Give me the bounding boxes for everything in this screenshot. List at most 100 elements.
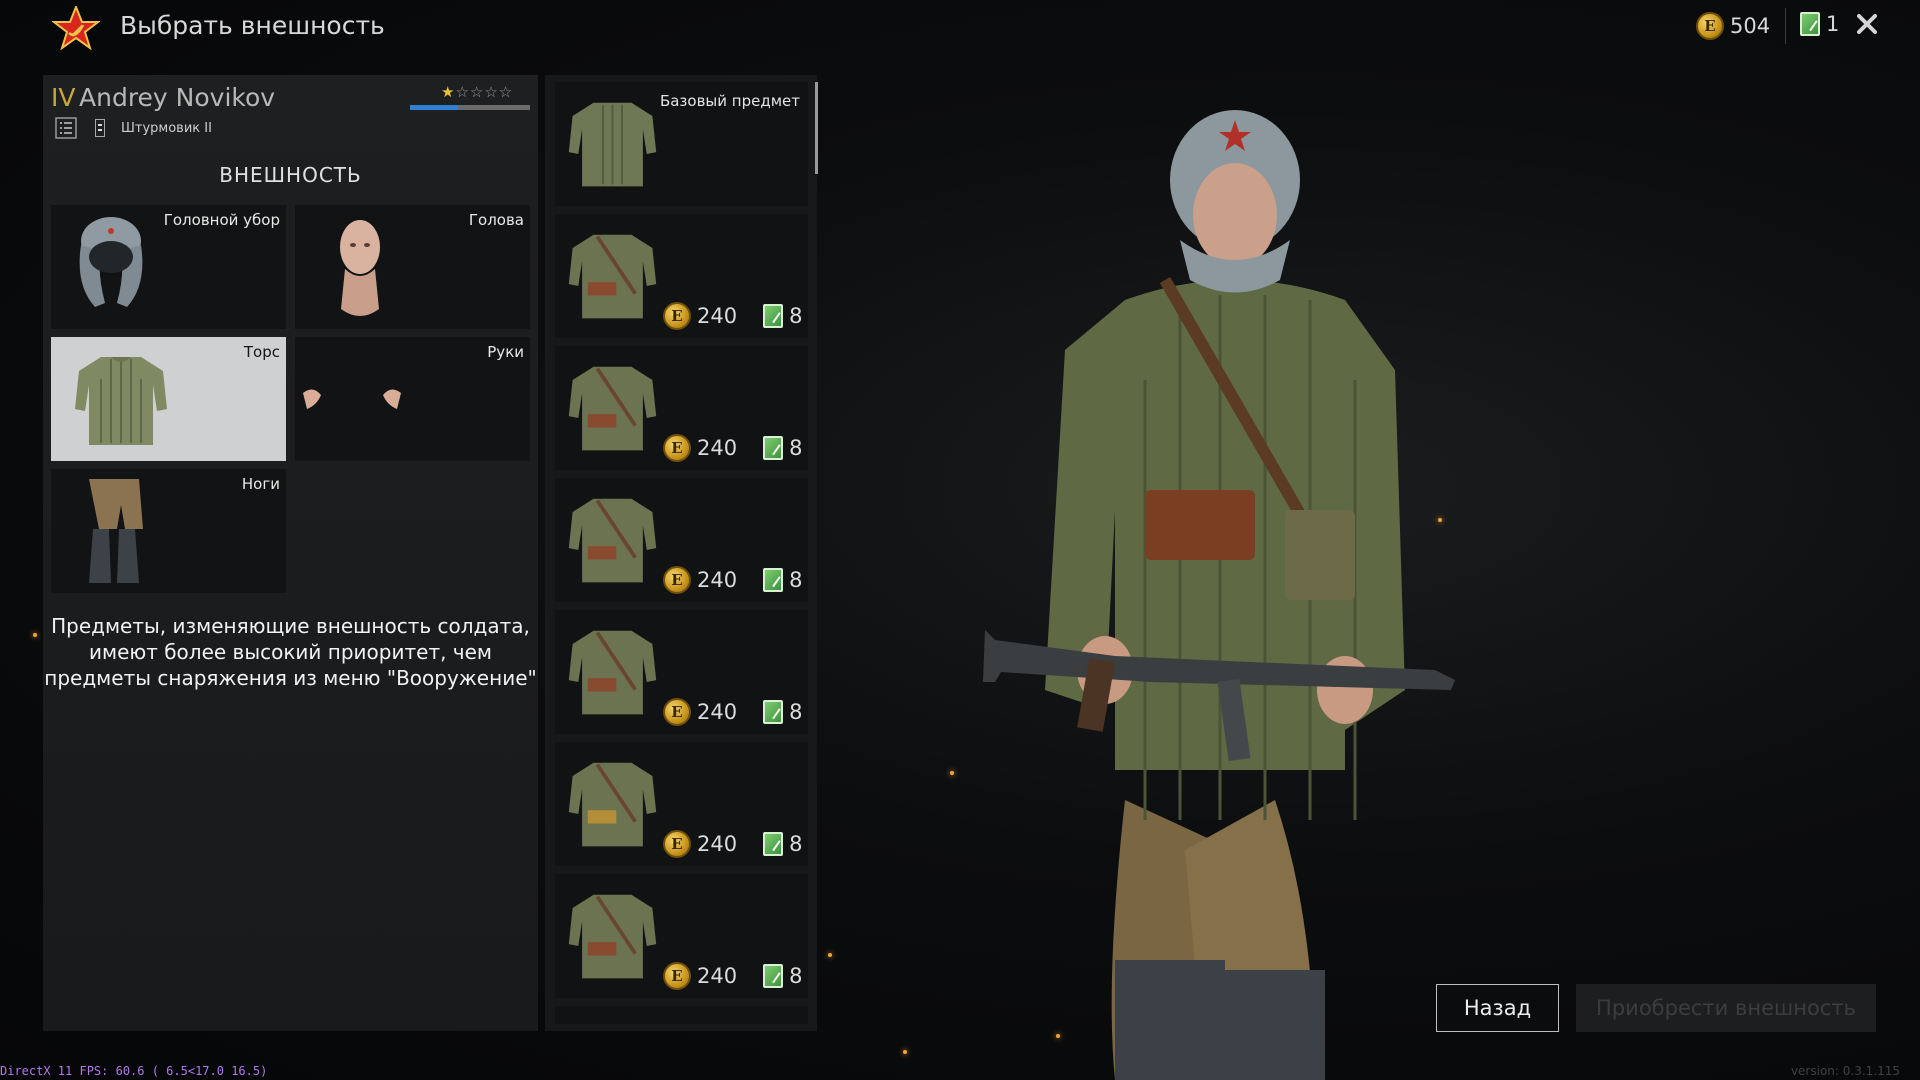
soldier-rank: IV [51,83,76,112]
soldier-class-icon [95,119,105,137]
ember-particle [1056,1034,1060,1038]
coin-balance: E 504 [1696,12,1770,40]
soviet-star-icon [52,6,100,50]
quilted-jacket-icon [75,357,167,445]
ticket-price: 8 [789,832,803,856]
slot-legs[interactable]: Ноги [51,469,286,593]
slot-hands[interactable]: Руки [295,337,530,461]
jacket-with-gear-icon [568,498,657,583]
item-price: E 240 8 [663,698,802,726]
ember-particle [33,633,37,637]
jacket-icon [568,102,657,187]
scrollbar[interactable] [815,82,818,174]
coin-price: 240 [697,700,738,724]
soldier-name: Andrey Novikov [79,83,276,112]
slot-head[interactable]: Голова [295,205,530,329]
ticket-icon [763,304,784,328]
slot-torso[interactable]: Торс [51,337,286,461]
coin-icon: E [663,830,691,858]
slot-label: Руки [487,343,524,361]
ushanka-hat-icon [79,217,143,307]
ticket-price: 8 [789,304,803,328]
xp-progress-fill [410,105,458,110]
item-price: E 240 8 [663,962,802,990]
xp-progress-bar [410,105,530,110]
coin-price: 240 [697,304,738,328]
ticket-icon [763,568,784,592]
buy-appearance-button[interactable]: Приобрести внешность [1576,984,1876,1032]
coin-icon: E [663,302,691,330]
slot-label: Ноги [241,475,280,493]
ticket-price: 8 [789,568,803,592]
jacket-with-gear-icon [568,234,657,319]
jacket-with-gear-icon [568,366,657,451]
item-price: E 240 8 [663,434,802,462]
ticket-icon [1800,12,1820,36]
coin-price: 240 [697,568,738,592]
fps-counter: DirectX 11 FPS: 60.6 ( 6.5<17.0 16.5) [0,1064,268,1078]
item-card[interactable]: E 240 8 [555,610,808,734]
item-card[interactable]: E 240 8 [555,214,808,338]
ticket-icon [763,832,784,856]
appearance-info-text: Предметы, изменяющие внешность солдата, … [43,613,538,691]
slot-label: Голова [468,211,524,229]
trousers-boots-icon [89,479,143,583]
section-title: ВНЕШНОСТЬ [219,163,362,187]
slot-label: Головной убор [163,211,280,229]
info-line: Предметы, изменяющие внешность солдата, [51,614,530,638]
ticket-icon [763,964,784,988]
version-label: version: 0.3.1.115 [1790,1064,1900,1078]
coin-price: 240 [697,964,738,988]
ticket-amount: 1 [1826,12,1840,36]
soldier-class: Штурмовик II [121,121,212,136]
slot-headwear[interactable]: Головной убор [51,205,286,329]
star-filled-icon: ★ [441,83,456,101]
close-icon[interactable] [1855,12,1879,36]
item-card-partial[interactable] [555,1006,808,1024]
coin-icon: E [663,566,691,594]
ticket-icon [763,436,784,460]
info-line: предметы снаряжения из меню "Вооружение" [44,666,537,690]
page-title: Выбрать внешность [120,11,385,40]
ember-particle [828,953,832,957]
ember-particle [950,771,954,775]
coin-icon: E [663,434,691,462]
ticket-price: 8 [789,436,803,460]
ticket-icon [763,700,784,724]
coin-icon: E [1696,12,1724,40]
ticket-balance: 1 [1800,12,1839,36]
ticket-price: 8 [789,700,803,724]
jacket-with-gear-icon [568,630,657,715]
jacket-with-gear-icon [568,894,657,979]
slot-label: Торс [243,343,280,361]
back-button[interactable]: Назад [1436,984,1559,1032]
coin-price: 240 [697,436,738,460]
soldier-character-model[interactable] [975,80,1515,1080]
item-card-base[interactable]: Базовый предмет [555,82,808,206]
jacket-with-gear-icon [568,762,657,847]
coin-price: 240 [697,832,738,856]
item-card[interactable]: E 240 8 [555,742,808,866]
hands-icon [303,389,401,409]
ember-particle [903,1050,907,1054]
coin-amount: 504 [1730,14,1771,38]
star-empty-icon: ☆☆☆☆ [455,83,514,101]
item-card[interactable]: E 240 8 [555,478,808,602]
item-price: E 240 8 [663,566,802,594]
item-price: E 240 8 [663,830,802,858]
divider [1785,8,1786,44]
item-card[interactable]: E 240 8 [555,346,808,470]
coin-icon: E [663,698,691,726]
item-card[interactable]: E 240 8 [555,874,808,998]
soldier-panel: IV Andrey Novikov ★☆☆☆☆ Штурмовик II ВНЕ… [43,75,538,1031]
info-line: имеют более высокий приоритет, чем [88,640,493,664]
top-bar: Выбрать внешность E 504 1 [0,0,1920,54]
star-rating: ★☆☆☆☆ [441,83,513,101]
ticket-price: 8 [789,964,803,988]
head-icon [340,220,380,316]
item-label: Базовый предмет [659,92,800,110]
item-price: E 240 8 [663,302,802,330]
list-icon[interactable] [55,117,77,139]
ember-particle [1438,518,1442,522]
coin-icon: E [663,962,691,990]
